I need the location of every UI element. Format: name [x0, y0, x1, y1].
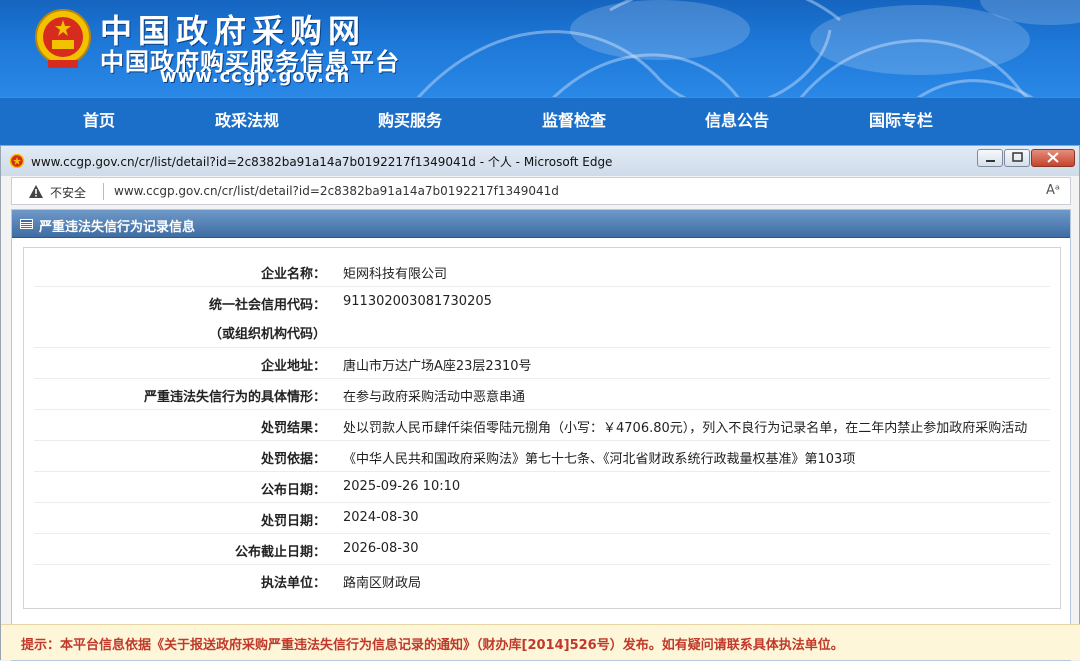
row-penalty-result: 处罚结果： 处以罚款人民币肆仟柒佰零陆元捌角（小写：￥4706.80元），列入不… [34, 410, 1050, 441]
nav-item-purchase-services[interactable]: 购买服务 [378, 98, 442, 146]
record-detail-table: 企业名称： 矩网科技有限公司 统一社会信用代码： （或组织机构代码） 91130… [23, 247, 1061, 609]
nav-item-announcements[interactable]: 信息公告 [705, 98, 769, 146]
row-publish-date: 公布日期： 2025-09-26 10:10 [34, 472, 1050, 503]
field-label: 企业地址： [260, 359, 326, 374]
field-label: 执法单位： [260, 576, 326, 591]
minimize-button[interactable] [977, 149, 1003, 167]
address-divider [103, 183, 104, 200]
field-label: 统一社会信用代码： [208, 298, 326, 313]
row-company-name: 企业名称： 矩网科技有限公司 [34, 256, 1050, 287]
field-value: 911302003081730205 [343, 294, 492, 309]
close-icon [1047, 152, 1059, 163]
row-penalty-basis: 处罚依据： 《中华人民共和国政府采购法》第七十七条、《河北省财政系统行政裁量权基… [34, 441, 1050, 472]
field-label: 处罚结果： [260, 421, 326, 436]
field-value: 处以罚款人民币肆仟柒佰零陆元捌角（小写：￥4706.80元），列入不良行为记录名… [343, 421, 1028, 436]
nav-item-regulations[interactable]: 政采法规 [215, 98, 279, 146]
window-title: www.ccgp.gov.cn/cr/list/detail?id=2c8382… [31, 155, 613, 169]
minimize-icon [986, 160, 995, 162]
main-nav: 首页 政采法规 购买服务 监督检查 信息公告 国际专栏 [0, 97, 1080, 145]
field-label: 公布截止日期： [234, 545, 326, 560]
row-credit-code: 统一社会信用代码： （或组织机构代码） 911302003081730205 [34, 287, 1050, 348]
panel-header: 严重违法失信行为记录信息 [12, 210, 1070, 238]
nav-item-international[interactable]: 国际专栏 [869, 98, 933, 146]
maximize-icon [1012, 152, 1023, 162]
field-value: 路南区财政局 [343, 576, 422, 591]
field-value: 矩网科技有限公司 [343, 267, 448, 282]
field-label: 处罚日期： [260, 514, 326, 529]
field-label: 处罚依据： [260, 452, 326, 467]
field-label: 严重违法失信行为的具体情形： [143, 390, 326, 405]
browser-popup-window: www.ccgp.gov.cn/cr/list/detail?id=2c8382… [0, 145, 1080, 661]
field-value: 2024-08-30 [343, 510, 419, 525]
page-content: 严重违法失信行为记录信息 企业名称： 矩网科技有限公司 统一社会信用代码： （或… [11, 209, 1071, 661]
national-emblem-icon [35, 9, 91, 68]
field-label: 企业名称： [260, 267, 326, 282]
field-label: 公布日期： [260, 483, 326, 498]
nav-item-supervision[interactable]: 监督检查 [542, 98, 606, 146]
row-violation-details: 严重违法失信行为的具体情形： 在参与政府采购活动中恶意串通 [34, 379, 1050, 410]
site-url: www.ccgp.gov.cn [160, 66, 351, 87]
warning-icon [29, 185, 43, 198]
nav-item-home[interactable]: 首页 [83, 98, 115, 146]
row-penalty-date: 处罚日期： 2024-08-30 [34, 503, 1050, 534]
site-favicon-icon [9, 154, 25, 168]
close-button[interactable] [1031, 149, 1075, 167]
security-label[interactable]: 不安全 [50, 184, 86, 201]
field-value: 唐山市万达广场A座23层2310号 [343, 359, 532, 374]
list-icon [20, 219, 33, 229]
maximize-button[interactable] [1004, 149, 1030, 167]
window-titlebar: www.ccgp.gov.cn/cr/list/detail?id=2c8382… [1, 146, 1079, 176]
row-enforcement-unit: 执法单位： 路南区财政局 [34, 565, 1050, 596]
field-value: 在参与政府采购活动中恶意串通 [343, 390, 526, 405]
address-bar[interactable]: 不安全 www.ccgp.gov.cn/cr/list/detail?id=2c… [11, 177, 1071, 205]
field-value: 2025-09-26 10:10 [343, 479, 461, 494]
read-aloud-icon[interactable]: Aᵃ [1046, 183, 1060, 198]
field-value: 2026-08-30 [343, 541, 419, 556]
notice-bar: 提示：本平台信息依据《关于报送政府采购严重违法失信行为信息记录的通知》（财办库[… [1, 624, 1080, 660]
header-decoration [416, 0, 1080, 97]
url-text[interactable]: www.ccgp.gov.cn/cr/list/detail?id=2c8382… [114, 184, 559, 198]
site-header: 中国政府采购网 中国政府购买服务信息平台 www.ccgp.gov.cn [0, 0, 1080, 97]
notice-text: 提示：本平台信息依据《关于报送政府采购严重违法失信行为信息记录的通知》（财办库[… [21, 638, 844, 653]
panel-title: 严重违法失信行为记录信息 [39, 220, 196, 235]
row-address: 企业地址： 唐山市万达广场A座23层2310号 [34, 348, 1050, 379]
field-value: 《中华人民共和国政府采购法》第七十七条、《河北省财政系统行政裁量权基准》第103… [343, 452, 856, 467]
row-publish-end-date: 公布截止日期： 2026-08-30 [34, 534, 1050, 565]
field-label-secondary: （或组织机构代码） [208, 327, 326, 342]
